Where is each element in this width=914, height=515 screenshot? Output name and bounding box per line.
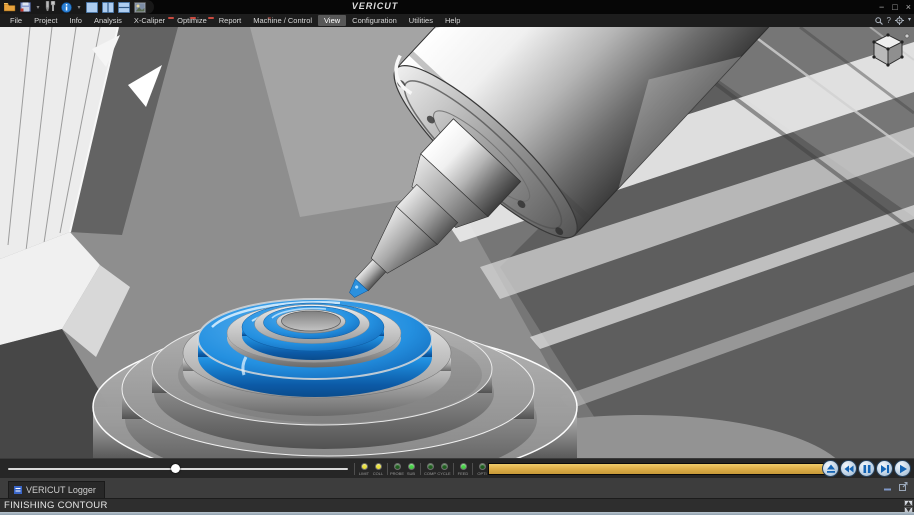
logger-panel-bar: VERICUT Logger — [0, 478, 914, 498]
play-button[interactable] — [894, 460, 911, 477]
machine-simulation-scene — [0, 27, 914, 458]
transport-controls — [822, 460, 911, 477]
layout-single-view-icon[interactable] — [85, 1, 98, 13]
indicator-sub[interactable]: SUB — [404, 463, 418, 476]
single-step-button[interactable] — [876, 460, 893, 477]
title-bar: ▾ ▾ VERICUT − □ × — [0, 0, 914, 14]
indicator-cycle[interactable]: CYCLE — [437, 463, 451, 476]
vericut-logger-tab[interactable]: VERICUT Logger — [8, 481, 105, 498]
error-tick — [268, 17, 271, 19]
status-message: FINISHING CONTOUR — [4, 500, 108, 511]
scroll-up-button[interactable] — [904, 500, 913, 506]
quick-access-toolbar: ▾ ▾ — [0, 0, 154, 14]
tool-manager-icon[interactable] — [44, 1, 57, 13]
save-dropdown-icon[interactable]: ▾ — [35, 1, 41, 13]
capture-image-icon[interactable] — [133, 1, 146, 13]
status-bar: FINISHING CONTOUR — [0, 498, 914, 512]
timeline-slider[interactable] — [8, 468, 348, 470]
menu-bar: File Project Info Analysis X-Caliper Opt… — [0, 14, 914, 27]
reset-button[interactable] — [822, 460, 839, 477]
menu-view[interactable]: View — [318, 15, 346, 26]
indicator-probe[interactable]: PROBE — [390, 463, 404, 476]
close-button[interactable]: × — [906, 0, 911, 14]
status-scrollbar — [904, 500, 913, 512]
menu-help[interactable]: Help — [439, 15, 466, 26]
progress-fill — [489, 464, 827, 474]
settings-gear-icon[interactable] — [895, 16, 904, 25]
maximize-button[interactable]: □ — [892, 0, 897, 14]
indicator-limit[interactable]: LIMIT — [357, 463, 371, 476]
menu-project[interactable]: Project — [28, 15, 63, 26]
info-dropdown-icon[interactable]: ▾ — [76, 1, 82, 13]
search-icon[interactable] — [875, 17, 883, 25]
logger-icon — [14, 486, 22, 494]
layout-two-rows-icon[interactable] — [117, 1, 130, 13]
indicator-feed[interactable]: FEED — [456, 463, 470, 476]
window-controls: − □ × — [879, 0, 911, 14]
menu-machine-control[interactable]: Machine / Control — [247, 15, 318, 26]
vericut-window: ▾ ▾ VERICUT − □ × — [0, 0, 914, 515]
menu-file[interactable]: File — [4, 15, 28, 26]
menu-bar-right-icons: ? ▾ — [875, 14, 911, 27]
menu-analysis[interactable]: Analysis — [88, 15, 128, 26]
indicator-comp[interactable]: COMP — [423, 463, 437, 476]
viewport-3d[interactable] — [0, 27, 914, 458]
rewind-button[interactable] — [840, 460, 857, 477]
menu-utilities[interactable]: Utilities — [403, 15, 439, 26]
pause-button[interactable] — [858, 460, 875, 477]
error-tick — [168, 17, 174, 19]
menu-info[interactable]: Info — [63, 15, 88, 26]
info-icon[interactable] — [60, 1, 73, 13]
logger-popout-icon[interactable] — [899, 482, 908, 491]
indicator-opti[interactable]: OPTI — [475, 463, 489, 476]
error-tick — [208, 17, 214, 19]
save-project-icon[interactable] — [19, 1, 32, 13]
logger-minimize-icon[interactable] — [884, 483, 893, 491]
nc-program-progress-bar — [488, 463, 828, 475]
menu-configuration[interactable]: Configuration — [346, 15, 403, 26]
app-title: VERICUT — [320, 1, 430, 11]
playback-toolbar: LIMIT COLL PROBE SUB COMP CYCLE FEED OPT… — [0, 458, 914, 478]
chevron-down-icon[interactable]: ▾ — [908, 14, 911, 27]
menu-report[interactable]: Report — [213, 15, 248, 26]
error-tick — [190, 17, 196, 19]
status-indicators: LIMIT COLL PROBE SUB COMP CYCLE FEED OPT… — [352, 459, 508, 479]
menu-x-caliper[interactable]: X-Caliper — [128, 15, 171, 26]
workpiece — [183, 299, 451, 416]
minimize-button[interactable]: − — [879, 0, 884, 14]
timeline-slider-handle[interactable] — [171, 464, 180, 473]
open-project-icon[interactable] — [3, 1, 16, 13]
indicator-coll[interactable]: COLL — [371, 463, 385, 476]
layout-two-columns-icon[interactable] — [101, 1, 114, 13]
help-icon[interactable]: ? — [887, 14, 891, 27]
